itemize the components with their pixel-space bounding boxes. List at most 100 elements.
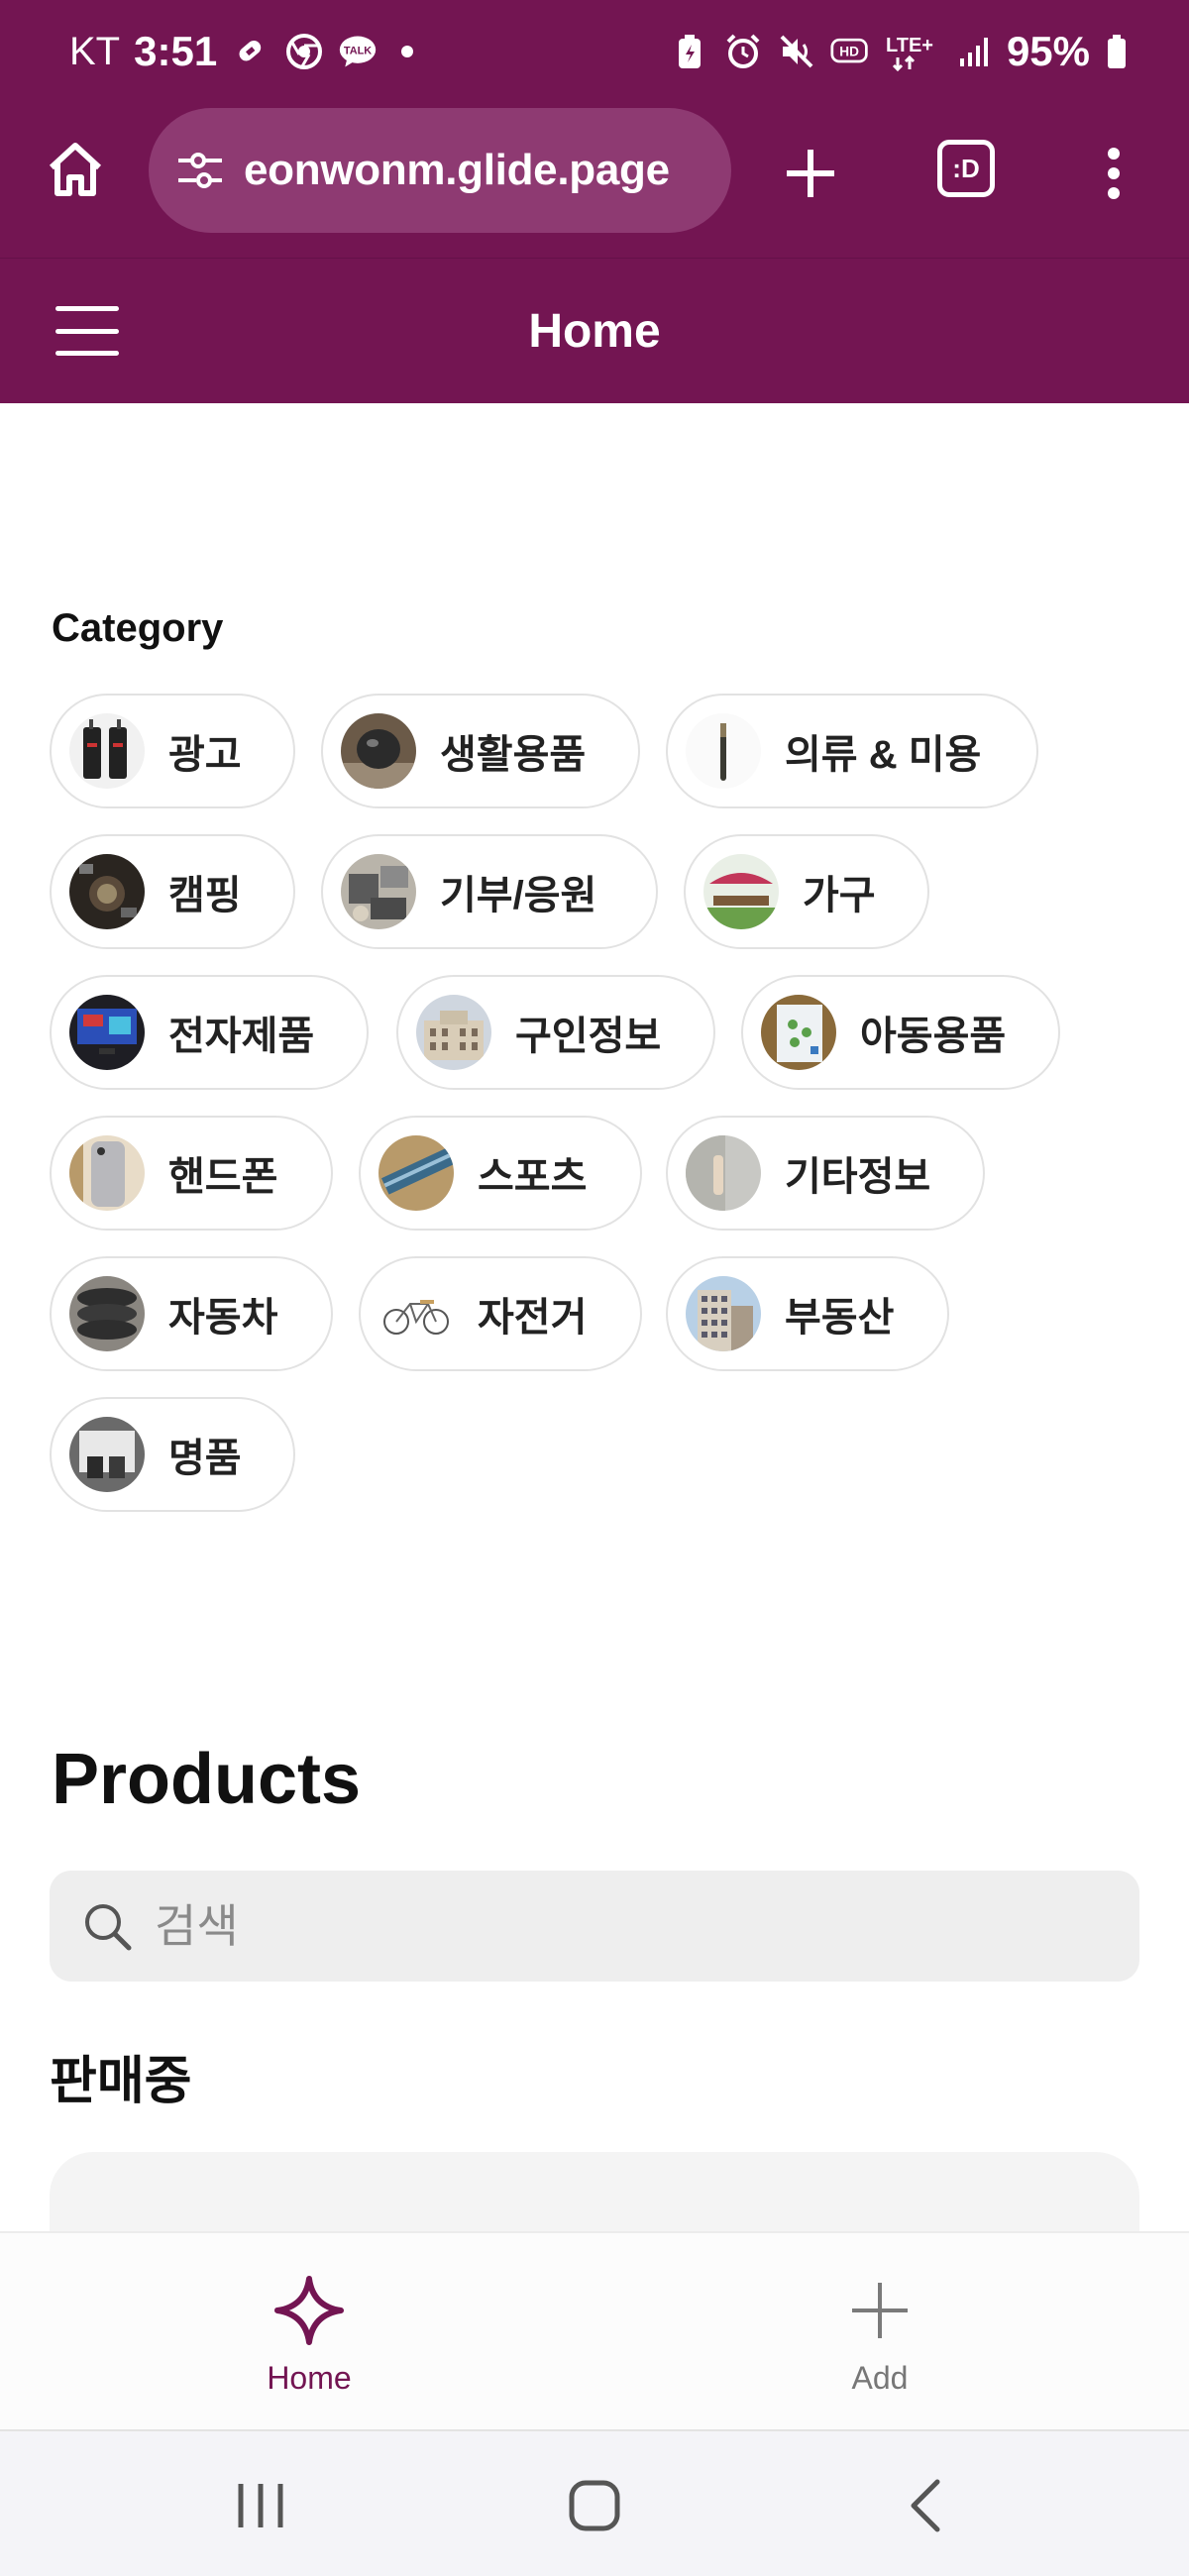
- category-chip-label: 가구: [803, 874, 876, 917]
- recents-icon: [238, 2484, 283, 2527]
- signal-icon: [953, 32, 993, 71]
- donation-thumb: [341, 854, 416, 929]
- electronics-thumb: [69, 995, 145, 1070]
- category-chip-camping[interactable]: 캠핑: [50, 834, 295, 949]
- lte-label: LTE+: [886, 35, 933, 56]
- site-settings-icon[interactable]: [172, 143, 228, 198]
- kids-thumb: [761, 995, 836, 1070]
- tab-switcher-button[interactable]: :D: [937, 140, 995, 197]
- camping-thumb: [69, 854, 145, 929]
- category-chip-label: 생활용품: [440, 733, 587, 777]
- other-info-thumb: [686, 1135, 761, 1211]
- category-chip-label: 아동용품: [860, 1015, 1007, 1058]
- category-chip-bicycle[interactable]: 자전거: [359, 1256, 642, 1371]
- system-home-button[interactable]: [560, 2471, 629, 2540]
- jobs-thumb: [416, 995, 491, 1070]
- bottom-tab-bar: Home Add: [0, 2231, 1189, 2429]
- talk-badge-text: TALK: [344, 46, 372, 57]
- products-title: Products: [52, 1740, 362, 1819]
- search-box[interactable]: [50, 1871, 1139, 1982]
- url-bar[interactable]: eonwonm.glide.page: [149, 108, 731, 233]
- new-tab-button[interactable]: [775, 138, 846, 209]
- browser-toolbar: eonwonm.glide.page :D: [0, 104, 1189, 258]
- lte-icon: LTE+: [884, 32, 939, 71]
- system-navigation-bar: [0, 2429, 1189, 2576]
- status-time: 3:51: [134, 28, 218, 74]
- category-chip-sports[interactable]: 스포츠: [359, 1116, 642, 1231]
- clothing-beauty-thumb: [686, 713, 761, 789]
- browser-menu-button[interactable]: [1086, 138, 1141, 209]
- sparkle-icon: [270, 2271, 349, 2350]
- category-chip-car[interactable]: 자동차: [50, 1256, 333, 1371]
- category-chip-clothing[interactable]: 의류 & 미용: [666, 694, 1038, 808]
- page-title: Home: [528, 305, 661, 358]
- category-chip-label: 스포츠: [478, 1155, 588, 1199]
- battery-icon: [1104, 32, 1130, 71]
- search-input[interactable]: [155, 1899, 1046, 1953]
- bicycle-thumb: [378, 1276, 454, 1351]
- back-chevron-icon: [911, 2479, 940, 2532]
- real-estate-thumb: [686, 1276, 761, 1351]
- car-thumb: [69, 1276, 145, 1351]
- search-icon: [79, 1898, 135, 1954]
- chrome-icon: [284, 32, 324, 71]
- category-chip-label: 핸드폰: [168, 1155, 278, 1199]
- phone-thumb: [69, 1135, 145, 1211]
- category-chip-furniture[interactable]: 가구: [684, 834, 929, 949]
- browser-home-button[interactable]: [40, 134, 111, 205]
- talk-icon: TALK: [338, 32, 378, 71]
- category-label: Category: [52, 606, 224, 650]
- category-chip-household[interactable]: 생활용품: [321, 694, 640, 808]
- luxury-thumb: [69, 1417, 145, 1492]
- category-chip-donation[interactable]: 기부/응원: [321, 834, 658, 949]
- category-chip-kids[interactable]: 아동용품: [741, 975, 1060, 1090]
- category-chip-phone[interactable]: 핸드폰: [50, 1116, 333, 1231]
- mute-icon: [777, 32, 816, 71]
- battery-saver-icon: [670, 32, 709, 71]
- category-chip-label: 광고: [168, 733, 242, 777]
- hd-badge-text: HD: [839, 45, 859, 59]
- recent-apps-button[interactable]: [226, 2471, 295, 2540]
- notification-dot: [401, 46, 414, 57]
- tab-add-label: Add: [851, 2360, 909, 2396]
- category-chip-label: 캠핑: [168, 874, 242, 917]
- category-chip-label: 기타정보: [785, 1155, 931, 1199]
- system-back-button[interactable]: [892, 2471, 961, 2540]
- hd-icon: HD: [830, 32, 870, 71]
- category-chip-label: 전자제품: [168, 1015, 315, 1058]
- section-title-for-sale: 판매중: [50, 2053, 192, 2110]
- status-right: HD LTE+ 95%: [670, 28, 1130, 75]
- plus-icon: [787, 150, 834, 197]
- category-chip-label: 기부/응원: [440, 874, 597, 917]
- carrier-label: KT: [69, 29, 121, 73]
- home-icon: [49, 143, 102, 196]
- category-chip-label: 자동차: [168, 1296, 278, 1340]
- category-chip-label: 명품: [168, 1437, 242, 1480]
- sports-thumb: [378, 1135, 454, 1211]
- category-chip-label: 자전거: [478, 1296, 588, 1340]
- alarm-icon: [723, 32, 763, 71]
- tab-home-label: Home: [267, 2360, 352, 2396]
- home-square-icon: [569, 2480, 620, 2531]
- app-header: Home: [0, 258, 1189, 403]
- ad-thumb: [69, 713, 145, 789]
- more-vert-icon: [1108, 148, 1120, 199]
- url-text[interactable]: eonwonm.glide.page: [244, 146, 670, 195]
- category-chip-ad[interactable]: 광고: [50, 694, 295, 808]
- category-chip-jobs[interactable]: 구인정보: [396, 975, 715, 1090]
- category-chip-luxury[interactable]: 명품: [50, 1397, 295, 1512]
- category-chip-label: 의류 & 미용: [785, 733, 982, 777]
- link-icon: [231, 32, 270, 71]
- tab-home[interactable]: Home: [200, 2271, 418, 2397]
- plus-icon: [840, 2271, 919, 2350]
- category-chip-other[interactable]: 기타정보: [666, 1116, 985, 1231]
- category-chip-electronics[interactable]: 전자제품: [50, 975, 369, 1090]
- battery-percent: 95%: [1006, 28, 1090, 74]
- category-chip-real-estate[interactable]: 부동산: [666, 1256, 949, 1371]
- category-chip-label: 부동산: [785, 1296, 895, 1340]
- tab-switcher-label: :D: [952, 153, 980, 183]
- status-bar: KT 3:51 TALK HD LTE+ 95%: [0, 0, 1189, 104]
- tab-add[interactable]: Add: [771, 2271, 989, 2397]
- furniture-thumb: [703, 854, 779, 929]
- category-chip-label: 구인정보: [515, 1015, 662, 1058]
